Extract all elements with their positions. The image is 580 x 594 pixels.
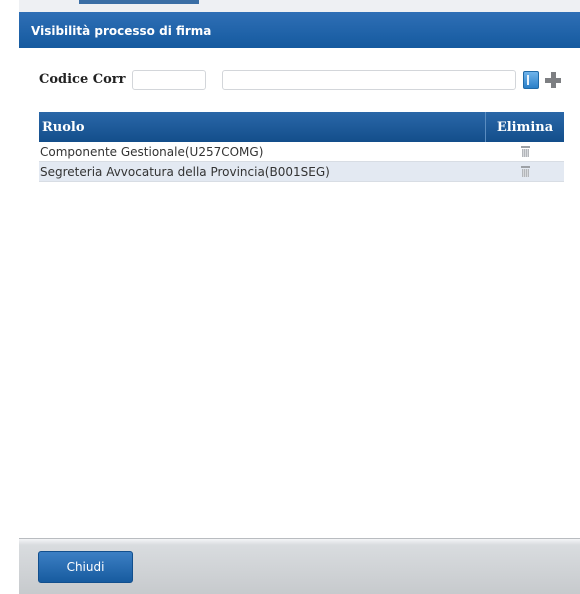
ruolo-cell: Segreteria Avvocatura della Provincia(B0…: [40, 165, 330, 179]
table-row[interactable]: Segreteria Avvocatura della Provincia(B0…: [39, 162, 564, 182]
table-row[interactable]: Componente Gestionale(U257COMG): [39, 142, 564, 162]
plus-icon[interactable]: [545, 72, 561, 88]
elimina-cell: [486, 142, 564, 161]
column-header-ruolo[interactable]: Ruolo: [39, 112, 486, 142]
grid-header: Ruolo Elimina: [39, 112, 564, 142]
ruolo-cell: Componente Gestionale(U257COMG): [40, 145, 264, 159]
codice-corr-input[interactable]: [132, 70, 206, 90]
codice-corr-row: Codice Corr: [39, 70, 569, 92]
dialog-content: Codice Corr Ruolo Elimina Componente Ges…: [19, 48, 580, 538]
elimina-cell: [486, 162, 564, 181]
address-book-icon[interactable]: [523, 71, 539, 89]
dialog-title: Visibilità processo di firma: [19, 12, 580, 48]
ruoli-grid: Ruolo Elimina Componente Gestionale(U257…: [39, 112, 564, 182]
dialog-footer: Chiudi: [19, 538, 580, 594]
background-tab-strip: [79, 0, 199, 4]
column-header-elimina[interactable]: Elimina: [486, 112, 564, 142]
trash-icon[interactable]: [520, 146, 530, 157]
trash-icon[interactable]: [520, 166, 530, 177]
codice-corr-label: Codice Corr: [39, 72, 126, 87]
dialog-window: Visibilità processo di firma Codice Corr…: [19, 0, 580, 594]
descrizione-corr-input[interactable]: [222, 70, 516, 90]
close-button[interactable]: Chiudi: [38, 551, 133, 583]
